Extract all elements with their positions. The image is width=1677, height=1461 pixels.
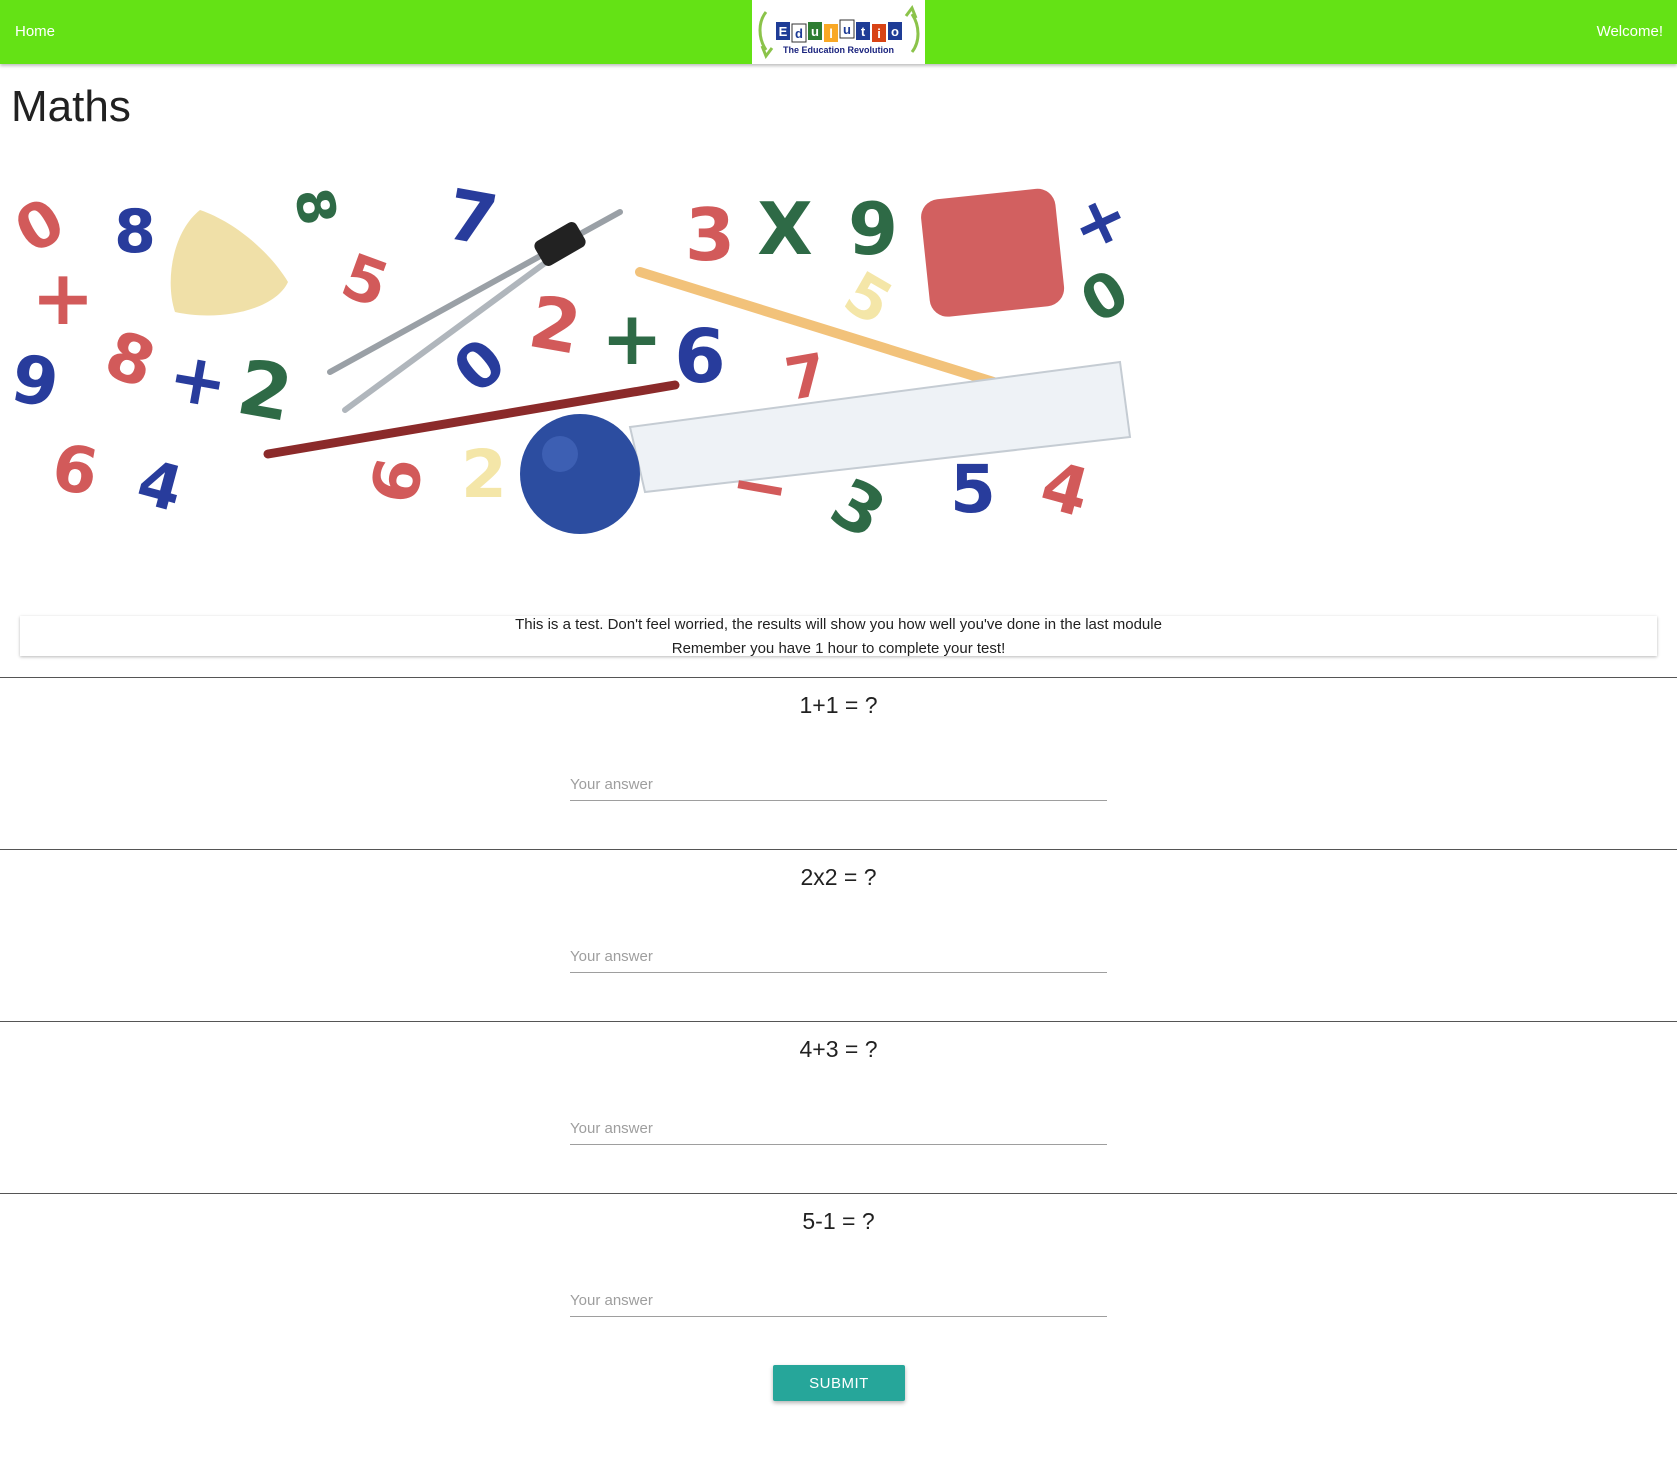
question-text: 1+1 = ? [799,692,878,718]
hero-glyph: 9 [848,187,898,271]
hero-glyph: + [601,296,663,382]
logo-letter: u [843,22,851,37]
blue-ball-shape [520,414,640,534]
maths-hero-image: 0 8 857 3 X 9 ++8+29 0 2 +65706 4 6 2−3 5 4 [0,172,1145,587]
question-block: 1+1 = ? [0,677,1677,849]
welcome-text: Welcome! [1596,23,1663,40]
hero-glyph: 2 [461,436,507,513]
test-info-card: This is a test. Don't feel worried, the … [20,616,1657,657]
logo-letter: o [891,24,899,39]
question-block: 5-1 = ? [0,1193,1677,1365]
question-text: 2x2 = ? [800,864,877,890]
home-link[interactable]: Home [15,0,55,64]
logo-letter: i [877,26,881,41]
red-cube-shape [921,188,1065,317]
logo-letter: d [795,26,803,41]
page-title: Maths [11,82,131,131]
hero-glyph: X [757,187,813,271]
answer-input[interactable] [570,1112,1107,1145]
answer-input[interactable] [570,940,1107,973]
logo-letter: t [861,24,866,39]
logo-letter: l [829,26,833,41]
question-block: 4+3 = ? [0,1021,1677,1193]
test-info-line: This is a test. Don't feel worried, the … [515,616,1162,633]
answer-input[interactable] [570,768,1107,801]
test-time-note: Remember you have 1 hour to complete you… [671,640,1006,657]
hero-glyph: 5 [950,451,996,528]
hero-glyph: 6 [674,314,726,400]
question-text: 5-1 = ? [802,1208,875,1234]
logo-letter: E [779,24,788,39]
question-block: 2x2 = ? [0,849,1677,1021]
answer-input[interactable] [570,1284,1107,1317]
hero-glyph: + [31,253,95,342]
hero-glyph: 8 [114,197,156,267]
logo-tagline: The Education Revolution [782,45,894,55]
logo-letter: u [811,24,819,39]
submit-button[interactable]: SUBMIT [773,1365,905,1401]
question-text: 4+3 = ? [799,1036,878,1062]
hero-glyph: 3 [685,193,735,277]
edulution-logo[interactable]: E d u l u t i o The Education Revolution [752,0,925,64]
top-navbar: Home E d u l u t i o The Education Revol… [0,0,1677,64]
